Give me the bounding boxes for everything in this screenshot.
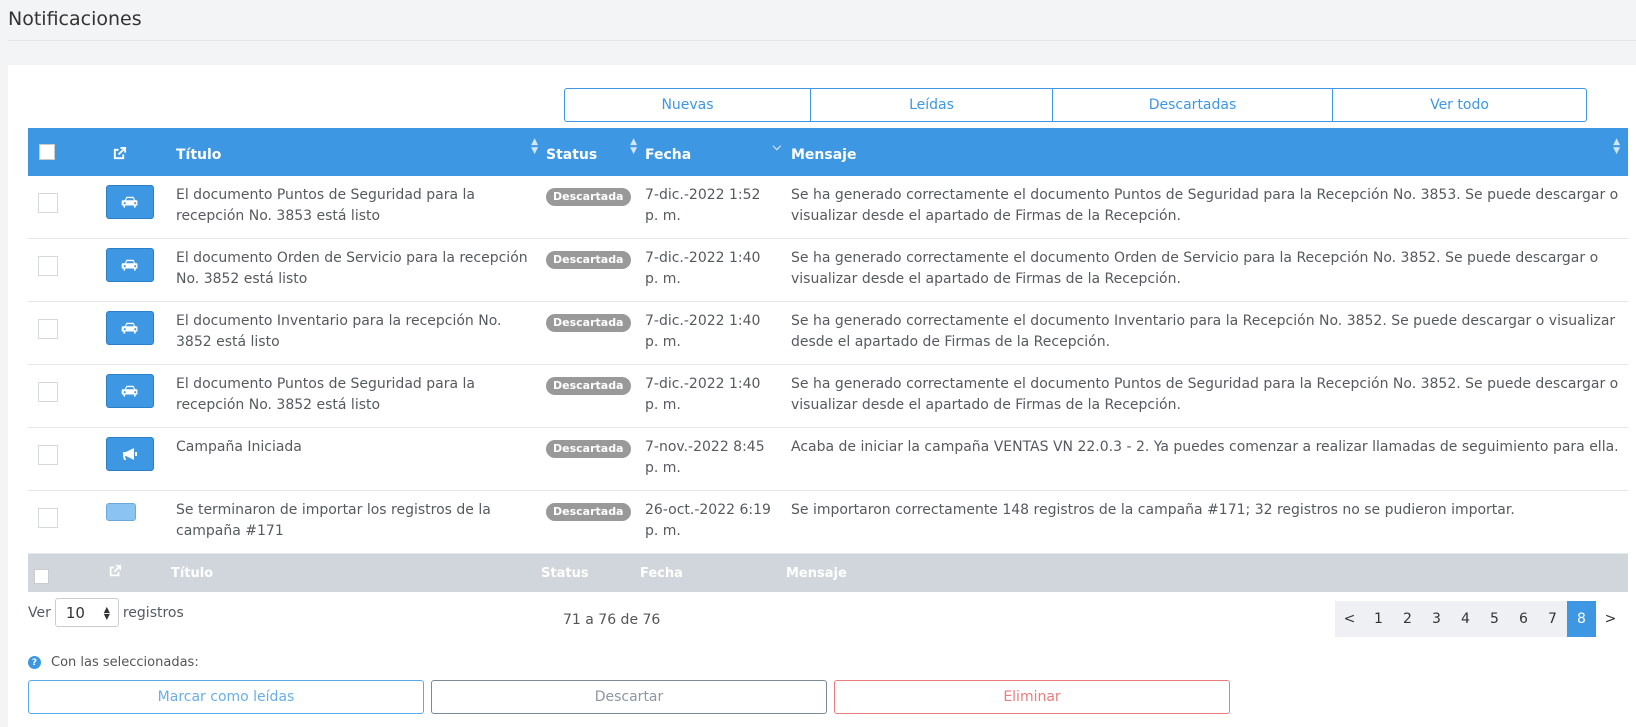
status-badge: Descartada bbox=[546, 440, 631, 458]
filter-leidas-button[interactable]: Leídas bbox=[810, 88, 1053, 122]
bulk-actions: Marcar como leídas Descartar Eliminar bbox=[28, 680, 1237, 714]
bulk-actions-label: ? Con las seleccionadas: bbox=[28, 655, 199, 670]
sort-icon: ▲ ▼ bbox=[630, 137, 637, 156]
pagination-page-5[interactable]: 5 bbox=[1480, 601, 1509, 637]
page-title: Notificaciones bbox=[8, 8, 142, 30]
status-badge: Descartada bbox=[546, 377, 631, 395]
table-row[interactable]: El documento Inventario para la recepció… bbox=[28, 302, 1628, 365]
filter-descartadas-button[interactable]: Descartadas bbox=[1052, 88, 1333, 122]
open-notification-button[interactable] bbox=[106, 374, 154, 408]
row-message: Se ha generado correctamente el document… bbox=[791, 250, 1599, 287]
row-title: Campaña Iniciada bbox=[176, 439, 302, 455]
status-badge: Descartada bbox=[546, 188, 631, 206]
open-notification-button[interactable] bbox=[106, 248, 154, 282]
table-footer: Título Status Fecha Mensaje bbox=[28, 554, 1628, 592]
filter-ver-todo-button[interactable]: Ver todo bbox=[1332, 88, 1587, 122]
row-date: 7-dic.-2022 1:40 p. m. bbox=[645, 376, 761, 413]
pagination-page-3[interactable]: 3 bbox=[1422, 601, 1451, 637]
table-body: El documento Puntos de Seguridad para la… bbox=[28, 176, 1628, 554]
discard-button[interactable]: Descartar bbox=[431, 680, 827, 714]
header-message[interactable]: Mensaje ▲ ▼ bbox=[791, 128, 1628, 176]
table-row[interactable]: El documento Orden de Servicio para la r… bbox=[28, 239, 1628, 302]
open-notification-button[interactable] bbox=[106, 437, 154, 471]
table-header: Título ▲ ▼ Status ▲ ▼ Fecha ⌵ Mensaje ▲ ▼ bbox=[28, 128, 1628, 176]
footer-select-all-checkbox[interactable] bbox=[34, 568, 49, 584]
row-date: 7-dic.-2022 1:40 p. m. bbox=[645, 250, 761, 287]
row-checkbox[interactable] bbox=[38, 382, 58, 402]
pagination-prev[interactable]: < bbox=[1335, 601, 1364, 637]
row-title: El documento Inventario para la recepció… bbox=[176, 313, 502, 350]
filter-bar: Nuevas Leídas Descartadas Ver todo bbox=[564, 88, 1587, 122]
row-checkbox[interactable] bbox=[38, 256, 58, 276]
pagination-page-7[interactable]: 7 bbox=[1538, 601, 1567, 637]
row-title: El documento Orden de Servicio para la r… bbox=[176, 250, 528, 287]
open-notification-button[interactable] bbox=[106, 185, 154, 219]
row-date: 7-dic.-2022 1:52 p. m. bbox=[645, 187, 761, 224]
open-notification-button[interactable] bbox=[106, 503, 136, 521]
status-badge: Descartada bbox=[546, 503, 631, 521]
table-row[interactable]: Campaña Iniciada Descartada 7-nov.-2022 8:… bbox=[28, 428, 1628, 491]
sort-desc-icon: ⌵ bbox=[772, 140, 781, 153]
car-icon bbox=[121, 195, 139, 209]
car-icon bbox=[121, 384, 139, 398]
select-arrows-icon: ▲ ▼ bbox=[103, 604, 110, 621]
external-link-icon bbox=[108, 564, 122, 582]
table-row[interactable]: El documento Puntos de Seguridad para la… bbox=[28, 365, 1628, 428]
status-badge: Descartada bbox=[546, 314, 631, 332]
row-checkbox[interactable] bbox=[38, 445, 58, 465]
sort-icon: ▲ ▼ bbox=[531, 137, 538, 156]
pagination-page-2[interactable]: 2 bbox=[1393, 601, 1422, 637]
header-link-cell bbox=[106, 128, 176, 176]
footer-date: Fecha bbox=[640, 565, 683, 581]
delete-button[interactable]: Eliminar bbox=[834, 680, 1230, 714]
question-circle-icon: ? bbox=[28, 656, 41, 669]
title-divider bbox=[8, 40, 1636, 41]
row-checkbox[interactable] bbox=[38, 193, 58, 213]
page-length-control: Ver 10 ▲ ▼ registros bbox=[28, 598, 184, 627]
open-notification-button[interactable] bbox=[106, 311, 154, 345]
row-date: 7-dic.-2022 1:40 p. m. bbox=[645, 313, 761, 350]
filter-nuevas-button[interactable]: Nuevas bbox=[564, 88, 811, 122]
row-title: Se terminaron de importar los registros … bbox=[176, 502, 491, 539]
row-message: Se ha generado correctamente el document… bbox=[791, 187, 1619, 224]
row-date: 26-oct.-2022 6:19 p. m. bbox=[645, 502, 771, 539]
car-icon bbox=[121, 258, 139, 272]
footer-status: Status bbox=[541, 565, 589, 581]
header-select-cell bbox=[28, 128, 106, 176]
row-message: Se ha generado correctamente el document… bbox=[791, 313, 1616, 350]
table-row[interactable]: El documento Puntos de Seguridad para la… bbox=[28, 176, 1628, 239]
row-date: 7-nov.-2022 8:45 p. m. bbox=[645, 439, 765, 476]
header-title[interactable]: Título ▲ ▼ bbox=[176, 128, 546, 176]
row-message: Se ha generado correctamente el document… bbox=[791, 376, 1619, 413]
table-row[interactable]: Se terminaron de importar los registros … bbox=[28, 491, 1628, 554]
header-date[interactable]: Fecha ⌵ bbox=[645, 128, 791, 176]
footer-title: Título bbox=[171, 565, 214, 581]
page-length-select[interactable]: 10 ▲ ▼ bbox=[54, 598, 119, 627]
row-message: Acaba de iniciar la campaña VENTAS VN 22… bbox=[791, 439, 1619, 455]
pagination-page-8[interactable]: 8 bbox=[1567, 601, 1596, 637]
row-title: El documento Puntos de Seguridad para la… bbox=[176, 187, 475, 224]
records-info: 71 a 76 de 76 bbox=[563, 612, 661, 628]
pagination: <1 2 3 4 5 6 7 8 > bbox=[1335, 601, 1625, 637]
row-checkbox[interactable] bbox=[38, 508, 58, 528]
row-message: Se importaron correctamente 148 registro… bbox=[791, 502, 1515, 518]
status-badge: Descartada bbox=[546, 251, 631, 269]
mark-read-button[interactable]: Marcar como leídas bbox=[28, 680, 424, 714]
pagination-page-6[interactable]: 6 bbox=[1509, 601, 1538, 637]
notifications-table: Título ▲ ▼ Status ▲ ▼ Fecha ⌵ Mensaje ▲ ▼ E… bbox=[28, 128, 1628, 592]
row-checkbox[interactable] bbox=[38, 319, 58, 339]
footer-message: Mensaje bbox=[786, 565, 847, 581]
select-all-checkbox[interactable] bbox=[39, 144, 55, 160]
pagination-page-1[interactable]: 1 bbox=[1364, 601, 1393, 637]
pagination-next[interactable]: > bbox=[1596, 601, 1625, 637]
external-link-icon bbox=[112, 146, 127, 165]
megaphone-icon bbox=[122, 447, 138, 461]
car-icon bbox=[121, 321, 139, 335]
sort-icon: ▲ ▼ bbox=[1613, 137, 1620, 156]
header-status[interactable]: Status ▲ ▼ bbox=[546, 128, 645, 176]
pagination-page-4[interactable]: 4 bbox=[1451, 601, 1480, 637]
row-title: El documento Puntos de Seguridad para la… bbox=[176, 376, 475, 413]
